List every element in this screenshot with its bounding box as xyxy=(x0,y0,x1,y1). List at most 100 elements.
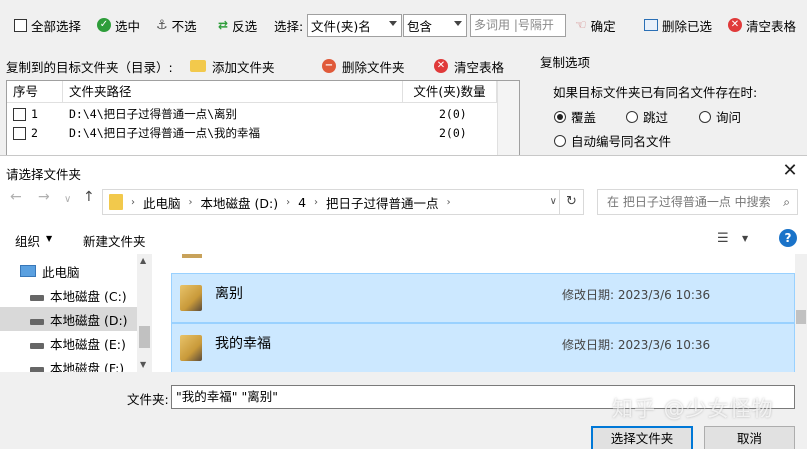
chevron-down-icon[interactable]: ∨ xyxy=(550,196,557,207)
anchor-icon: ⚓ xyxy=(156,17,168,33)
radio-ask-label: 询问 xyxy=(716,110,742,125)
folder-name-input[interactable]: "我的幸福" "离别" xyxy=(171,385,795,409)
field-dropdown[interactable]: 文件(夹)名 xyxy=(307,14,402,37)
filename-label: 文件夹: xyxy=(127,392,169,407)
sidebar-item-label: 本地磁盘 (F:) xyxy=(50,360,125,373)
chevron-right-icon: › xyxy=(446,196,451,208)
clear-table-button[interactable]: ✕ 清空表格 xyxy=(728,14,796,36)
radio-dot[interactable] xyxy=(699,110,711,123)
drive-icon xyxy=(30,318,44,325)
copy-options-question: 如果目标文件夹已有同名文件存在时: xyxy=(553,85,758,100)
up-arrow-icon[interactable]: ↑ xyxy=(83,189,95,205)
folder-icon xyxy=(180,285,202,311)
radio-skip[interactable]: 跳过 xyxy=(626,107,668,126)
add-folder-label: 添加文件夹 xyxy=(212,59,275,75)
command-bar: 组织 ▼ 新建文件夹 ☰ ▼ ? xyxy=(0,224,807,254)
table-row[interactable]: 1 D:\4\把日子过得普通一点\离别 2(0) xyxy=(7,105,497,124)
target-folders-label: 复制到的目标文件夹（目录）: xyxy=(6,56,173,76)
caret-down-icon: ▼ xyxy=(46,234,53,243)
confirm-button[interactable]: ☜ 确定 xyxy=(575,14,616,36)
sidebar-item-drive-c[interactable]: 本地磁盘 (C:) xyxy=(30,283,127,307)
radio-dot[interactable] xyxy=(554,110,566,123)
confirm-label: 确定 xyxy=(590,18,616,34)
list-item[interactable]: 离别 修改日期: 2023/3/6 10:36 xyxy=(171,273,795,323)
column-header-count[interactable]: 文件(夹)数量 xyxy=(403,81,497,103)
unselect-button[interactable]: ⚓ 不选 xyxy=(156,14,197,36)
breadcrumb-folder-4[interactable]: 4 xyxy=(298,195,306,210)
refresh-icon[interactable]: ↻ xyxy=(559,190,583,214)
sidebar-item-drive-f[interactable]: 本地磁盘 (F:) xyxy=(30,355,124,372)
sidebar-item-drive-d[interactable]: 本地磁盘 (D:) xyxy=(0,307,152,331)
date-label: 修改日期: xyxy=(562,338,615,352)
target-folders-table: 序号 文件夹路径 文件(夹)数量 1 D:\4\把日子过得普通一点\离别 2(0… xyxy=(6,80,520,158)
folder-add-icon xyxy=(190,60,206,72)
recent-dropdown-icon[interactable]: ∨ xyxy=(64,194,71,205)
minus-circle-icon: − xyxy=(322,59,336,73)
scrollbar-thumb[interactable] xyxy=(139,326,150,348)
delete-folder-label: 删除文件夹 xyxy=(342,59,405,75)
folder-icon xyxy=(180,335,202,361)
caret-down-icon[interactable]: ▼ xyxy=(742,234,748,243)
delete-selected-button[interactable]: 删除已选 xyxy=(644,14,712,36)
row-checkbox[interactable] xyxy=(13,127,26,140)
hand-icon: ☜ xyxy=(575,17,587,33)
sidebar-item-drive-e[interactable]: 本地磁盘 (E:) xyxy=(30,331,126,355)
breadcrumb-current-folder[interactable]: 把日子过得普通一点 xyxy=(326,193,439,212)
copy-options-title: 复制选项 xyxy=(540,55,591,70)
folder-list-scrollbar[interactable] xyxy=(795,254,807,372)
select-all-checkbox[interactable]: 全部选择 xyxy=(14,14,81,36)
dialog-footer: 文件夹: "我的幸福" "离别" 选择文件夹 取消 xyxy=(0,372,807,449)
drive-icon xyxy=(30,294,44,301)
folder-icon xyxy=(109,194,123,210)
forward-arrow-icon[interactable]: → xyxy=(38,189,50,205)
radio-overwrite[interactable]: 覆盖 xyxy=(554,107,596,126)
radio-ask[interactable]: 询问 xyxy=(699,107,741,126)
breadcrumb-this-pc[interactable]: 此电脑 xyxy=(143,193,181,212)
checkbox-box[interactable] xyxy=(14,18,27,32)
invert-selection-button[interactable]: ⇄ 反选 xyxy=(218,14,257,36)
window-delete-icon xyxy=(644,19,658,31)
new-folder-button[interactable]: 新建文件夹 xyxy=(83,231,146,250)
keywords-input[interactable]: 多词用 |号隔开 xyxy=(470,14,566,37)
organize-menu[interactable]: 组织 ▼ xyxy=(15,231,52,250)
sidebar-scrollbar[interactable]: ▲ ▼ xyxy=(137,254,152,372)
select-folder-dialog: 请选择文件夹 ✕ ← → ∨ ↑ › 此电脑 › 本地磁盘 (D:) › 4 ›… xyxy=(0,155,807,449)
column-header-path[interactable]: 文件夹路径 xyxy=(63,81,403,103)
help-icon[interactable]: ? xyxy=(779,229,797,247)
table-row[interactable]: 2 D:\4\把日子过得普通一点\我的幸福 2(0) xyxy=(7,124,497,143)
radio-auto-rename[interactable]: 自动编号同名文件 xyxy=(554,131,671,150)
radio-dot[interactable] xyxy=(554,134,566,147)
row-count: 2(0) xyxy=(439,126,467,140)
breadcrumb-drive-d[interactable]: 本地磁盘 (D:) xyxy=(201,193,279,212)
delete-selected-label: 删除已选 xyxy=(662,18,713,34)
close-icon[interactable]: ✕ xyxy=(779,160,801,181)
row-checkbox[interactable] xyxy=(13,108,26,121)
address-bar[interactable]: › 此电脑 › 本地磁盘 (D:) › 4 › 把日子过得普通一点 › ∨ ↻ xyxy=(102,189,584,215)
table-scrollbar[interactable] xyxy=(497,81,519,157)
clear-target-table-button[interactable]: ✕ 清空表格 xyxy=(434,56,504,76)
select-folder-button[interactable]: 选择文件夹 xyxy=(591,426,693,449)
add-folder-button[interactable]: 添加文件夹 xyxy=(190,56,275,76)
delete-folder-button[interactable]: − 删除文件夹 xyxy=(322,56,405,76)
cancel-button[interactable]: 取消 xyxy=(704,426,795,449)
match-dropdown[interactable]: 包含 xyxy=(403,14,467,37)
scrollbar-thumb[interactable] xyxy=(796,310,806,324)
file-copy-tool-window: 全部选择 ✓ 选中 ⚓ 不选 ⇄ 反选 选择: 文件(夹)名 包含 多词用 |号… xyxy=(0,0,807,158)
select-button[interactable]: ✓ 选中 xyxy=(97,14,140,36)
sidebar-item-label: 本地磁盘 (C:) xyxy=(50,288,127,304)
radio-dot[interactable] xyxy=(626,110,638,123)
clear-target-table-label: 清空表格 xyxy=(454,59,505,75)
column-header-index[interactable]: 序号 xyxy=(7,81,63,103)
navigation-pane: 此电脑 本地磁盘 (C:) 本地磁盘 (D:) 本地磁盘 (E:) 本地磁盘 (… xyxy=(0,254,152,372)
list-item[interactable]: 我的幸福 修改日期: 2023/3/6 10:36 xyxy=(171,323,795,372)
sidebar-item-label: 本地磁盘 (D:) xyxy=(50,312,128,328)
scroll-up-icon[interactable]: ▲ xyxy=(140,256,146,265)
sidebar-item-this-pc[interactable]: 此电脑 xyxy=(20,259,80,283)
view-options-icon[interactable]: ☰ xyxy=(717,231,729,246)
back-arrow-icon[interactable]: ← xyxy=(10,189,22,205)
organize-label: 组织 xyxy=(15,234,41,249)
search-input[interactable]: 在 把日子过得普通一点 中搜索 ⌕ xyxy=(597,189,798,215)
scroll-down-icon[interactable]: ▼ xyxy=(140,360,146,369)
choose-label-text: 选择: xyxy=(274,18,304,34)
computer-icon xyxy=(20,265,36,277)
